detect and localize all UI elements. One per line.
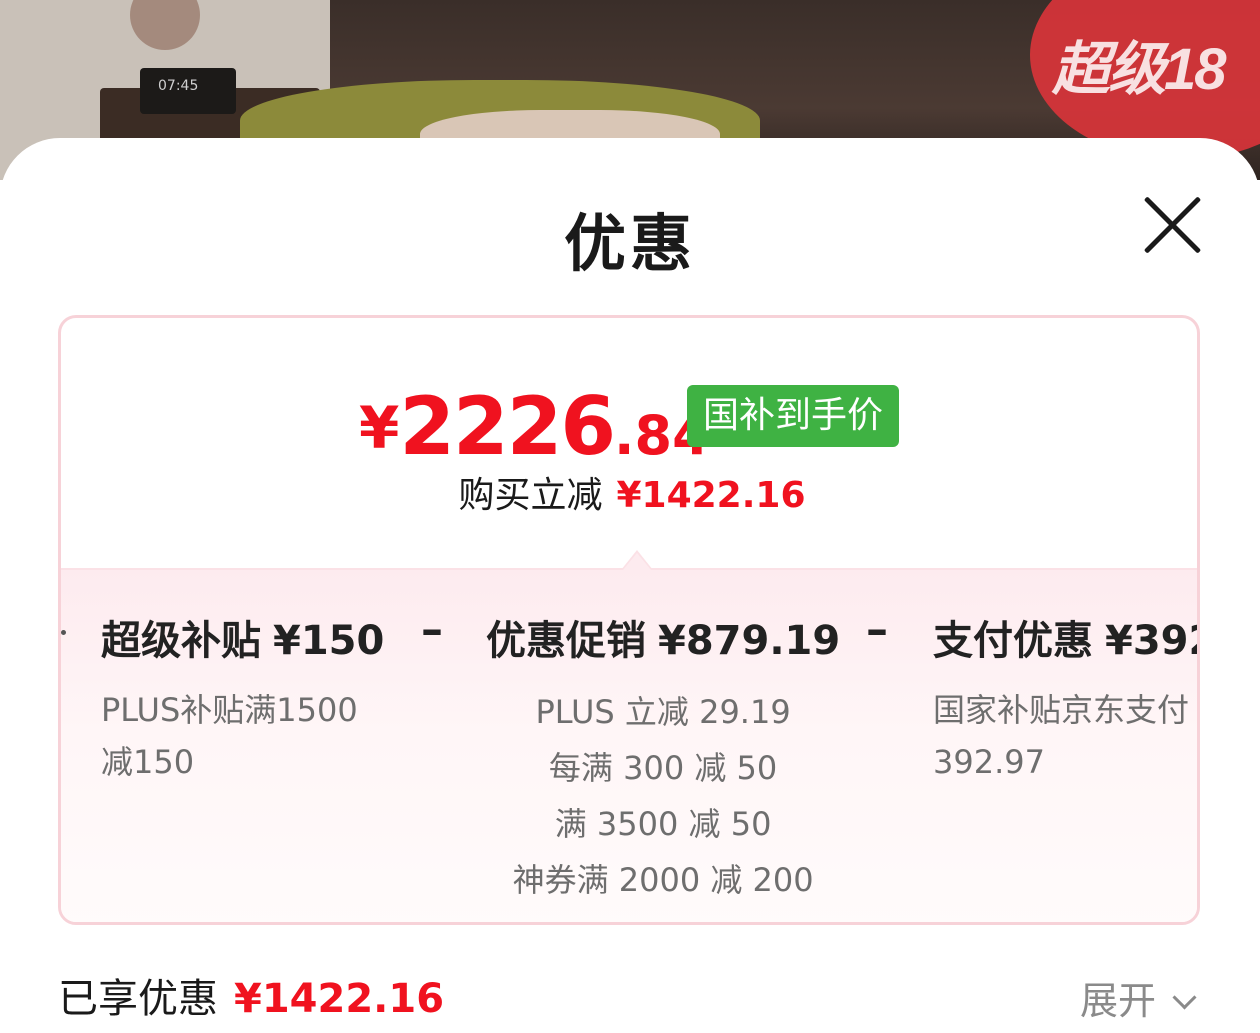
column-amount: ¥879.19 (658, 618, 841, 664)
detail-line: 减150 (101, 743, 195, 781)
instant-discount-label: 购买立减 (458, 475, 603, 516)
currency-symbol: ¥ (359, 394, 400, 462)
column-heading: 支付优惠 ¥392 (933, 608, 1197, 666)
price-row: ¥2226.84 国补到手价 (61, 380, 1197, 473)
detail-line: PLUS 立减 29.19 (535, 693, 791, 731)
price-integer: 2226 (399, 380, 616, 473)
minus-operator: – (421, 604, 443, 655)
column-heading: 优惠促销 ¥879.19 (486, 608, 840, 666)
column-details: PLUS 立减 29.19 每满 300 减 50 满 3500 减 50 神券… (486, 684, 840, 908)
minus-operator: – (866, 604, 888, 655)
column-heading: 超级补贴 ¥150 (101, 608, 384, 666)
alarm-clock: 07:45 (140, 68, 236, 114)
discount-breakdown[interactable]: 超级补贴 ¥150 PLUS补贴满1500 减150 – 优惠促销 ¥879.19 … (61, 550, 1197, 922)
sheet-title: 优惠 (563, 207, 696, 280)
breakdown-column-promotions: 优惠促销 ¥879.19 PLUS 立减 29.19 每满 300 减 50 满 … (486, 608, 840, 908)
detail-line: 国家补贴京东支付 (933, 691, 1190, 729)
column-details: 国家补贴京东支付 392.97 (933, 684, 1197, 788)
bullet-dot (61, 630, 66, 635)
column-title: 支付优惠 (933, 618, 1093, 664)
clock-display: 07:45 (158, 78, 199, 94)
expand-label: 展开 (1080, 979, 1157, 1023)
column-title: 超级补贴 (101, 618, 261, 664)
column-title: 优惠促销 (486, 618, 646, 664)
price-card: ¥2226.84 国补到手价 购买立减 ¥1422.16 超级补贴 ¥150 PLU… (58, 315, 1200, 925)
breakdown-column-payment: 支付优惠 ¥392 国家补贴京东支付 392.97 (933, 608, 1197, 788)
expand-button[interactable]: 展开 (1080, 970, 1197, 1025)
detail-line: PLUS补贴满1500 (101, 691, 358, 729)
promo-badge-text: 超级18 (1052, 37, 1227, 102)
chevron-down-icon (1172, 985, 1197, 1010)
final-price: ¥2226.84 (359, 380, 710, 473)
column-amount: ¥150 (273, 618, 385, 664)
enjoyed-discount-label: 已享优惠 (58, 976, 218, 1022)
detail-line: 满 3500 减 50 (554, 805, 772, 843)
instant-discount: 购买立减 ¥1422.16 (61, 466, 1197, 518)
detail-line: 神券满 2000 减 200 (512, 861, 814, 899)
column-details: PLUS补贴满1500 减150 (101, 684, 384, 788)
detail-line: 每满 300 减 50 (548, 749, 778, 787)
breakdown-column-super-subsidy: 超级补贴 ¥150 PLUS补贴满1500 减150 (101, 608, 384, 788)
pointer-notch (621, 550, 653, 570)
column-amount: ¥392 (1105, 618, 1197, 664)
discount-bottom-sheet: 优惠 ¥2226.84 国补到手价 购买立减 ¥1422.16 超级补贴 ¥150 … (0, 138, 1260, 1033)
subsidy-price-tag: 国补到手价 (687, 385, 900, 447)
detail-line: 392.97 (933, 743, 1045, 781)
enjoyed-discount: 已享优惠 ¥1422.16 (58, 966, 444, 1024)
close-icon[interactable] (1140, 193, 1204, 257)
enjoyed-discount-amount: ¥1422.16 (234, 976, 445, 1022)
instant-discount-amount: ¥1422.16 (616, 475, 806, 516)
